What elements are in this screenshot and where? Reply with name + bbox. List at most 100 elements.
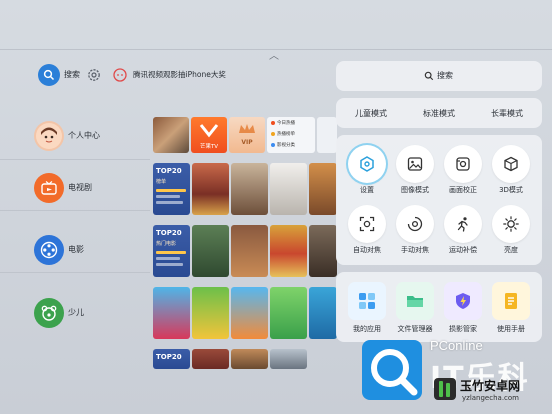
brightness-icon xyxy=(503,216,519,232)
manual-icon xyxy=(505,293,517,309)
mode-elder[interactable]: 长辈模式 xyxy=(472,108,542,119)
kids-poster-tile[interactable] xyxy=(309,287,337,339)
running-icon xyxy=(457,217,468,232)
kids-poster-tile[interactable] xyxy=(153,287,190,339)
dot-icon xyxy=(271,121,275,125)
qs-label: 3D模式 xyxy=(499,186,523,194)
kids-icon xyxy=(34,298,64,328)
hexagon-settings-icon xyxy=(360,156,374,172)
film-reel-icon xyxy=(34,235,64,265)
search-icon xyxy=(43,69,55,81)
sidebar-item-profile[interactable]: 个人中心 xyxy=(34,121,144,151)
badge-subtitle: 热门电影 xyxy=(156,241,177,247)
poster-tile[interactable] xyxy=(231,225,268,277)
app-label: 使用手册 xyxy=(497,325,525,333)
brightness-button[interactable] xyxy=(492,205,530,243)
shield-icon xyxy=(456,293,470,309)
motion-comp-button[interactable] xyxy=(444,205,482,243)
image-icon xyxy=(407,157,423,171)
content-tile[interactable] xyxy=(153,117,189,153)
kids-poster-tile[interactable] xyxy=(231,287,268,339)
my-apps-button[interactable] xyxy=(348,282,386,320)
screen-correct-icon xyxy=(456,157,470,171)
brand-label: 芒果TV xyxy=(199,144,219,150)
chevron-up-icon[interactable]: ︿ xyxy=(258,50,290,64)
sidebar-item-tv[interactable]: 电视剧 xyxy=(34,173,144,203)
user-manual-button[interactable] xyxy=(492,282,530,320)
quick-links-tile[interactable]: 今日热播 热播榜单 影视分类 xyxy=(267,117,315,153)
search-label[interactable]: 搜索 xyxy=(64,69,80,81)
link-today[interactable]: 今日热播 xyxy=(277,120,295,126)
image-mode-button[interactable] xyxy=(396,145,434,183)
poster-tile[interactable] xyxy=(309,163,337,215)
sidebar-item-label: 电影 xyxy=(68,245,84,254)
gear-icon[interactable] xyxy=(86,67,102,83)
sidebar-item-label: 个人中心 xyxy=(68,131,100,140)
poster-tile[interactable] xyxy=(192,349,229,369)
poster-tile[interactable] xyxy=(270,349,307,369)
sidebar-item-label: 电视剧 xyxy=(68,183,92,192)
qs-label: 亮度 xyxy=(504,246,518,254)
kids-poster-tile[interactable] xyxy=(270,287,307,339)
kids-poster-tile[interactable] xyxy=(192,287,229,339)
link-chart[interactable]: 热播榜单 xyxy=(277,131,295,137)
top20-badge-tile[interactable]: TOP20 xyxy=(153,349,190,369)
poster-tile[interactable] xyxy=(309,225,337,277)
quick-settings-panel: 设置 图像模式 画面校正 3D模式 自动对焦 手动对焦 运动补偿 亮度 xyxy=(336,135,542,265)
manual-focus-button[interactable] xyxy=(396,205,434,243)
settings-button[interactable] xyxy=(348,145,386,183)
vip-label: VIP xyxy=(241,139,253,146)
poster-tile[interactable] xyxy=(231,349,268,369)
manual-focus-icon xyxy=(407,216,423,232)
panel-search-bar[interactable]: 搜索 xyxy=(336,61,542,91)
link-category[interactable]: 影视分类 xyxy=(277,142,295,148)
sidebar-item-kids[interactable]: 少儿 xyxy=(34,298,144,328)
sidebar-item-movie[interactable]: 电影 xyxy=(34,235,144,265)
search-button[interactable] xyxy=(38,64,60,86)
bamboo-logo-icon xyxy=(434,378,456,400)
mango-tv-tile[interactable]: 芒果TV xyxy=(191,117,227,153)
badge-subtitle: 榜单 xyxy=(156,179,167,185)
watermark-brand: PConline xyxy=(430,338,483,353)
dot-icon xyxy=(271,132,275,136)
poster-tile[interactable] xyxy=(231,163,268,215)
projector-manager-button[interactable] xyxy=(444,282,482,320)
sidebar-divider xyxy=(0,210,150,211)
content-tile[interactable] xyxy=(317,117,337,153)
promo-icon[interactable] xyxy=(112,67,128,83)
screen-correct-button[interactable] xyxy=(444,145,482,183)
apps-grid-icon xyxy=(359,293,375,309)
watermark-logo xyxy=(362,340,422,400)
promo-text[interactable]: 腾讯视频观影抽iPhone大奖 xyxy=(133,69,226,81)
mode-selector: 儿童模式 标准模式 长辈模式 xyxy=(336,98,542,128)
watermark-site-cn: 玉竹安卓网 xyxy=(460,379,521,393)
mode-kids[interactable]: 儿童模式 xyxy=(336,108,406,119)
3d-mode-button[interactable] xyxy=(492,145,530,183)
apps-panel: 我的应用 文件管理器 损影管家 使用手册 xyxy=(336,272,542,342)
launcher-screen: ︿ 搜索 腾讯视频观影抽iPhone大奖 个人中心 电视剧 电影 少儿 芒果TV… xyxy=(0,0,552,414)
avatar-icon xyxy=(34,121,64,151)
poster-tile[interactable] xyxy=(192,163,229,215)
vip-tile[interactable]: VIP xyxy=(229,117,265,153)
panel-search-label: 搜索 xyxy=(437,71,453,80)
badge-title: TOP20 xyxy=(156,353,182,361)
badge-title: TOP20 xyxy=(156,167,182,175)
file-manager-button[interactable] xyxy=(396,282,434,320)
tv-icon xyxy=(34,173,64,203)
sidebar-divider xyxy=(0,159,150,160)
poster-tile[interactable] xyxy=(270,225,307,277)
search-icon xyxy=(424,71,434,81)
top20-badge-tile[interactable]: TOP20 热门电影 xyxy=(153,225,190,277)
cube-icon xyxy=(504,156,518,172)
poster-tile[interactable] xyxy=(270,163,307,215)
top20-badge-tile[interactable]: TOP20 榜单 xyxy=(153,163,190,215)
auto-focus-button[interactable] xyxy=(348,205,386,243)
auto-focus-icon xyxy=(359,216,375,232)
dot-icon xyxy=(271,143,275,147)
crown-icon xyxy=(239,124,255,133)
mode-standard[interactable]: 标准模式 xyxy=(404,108,474,119)
badge-title: TOP20 xyxy=(156,229,182,237)
poster-tile[interactable] xyxy=(192,225,229,277)
folder-icon xyxy=(407,296,423,307)
sidebar-item-label: 少儿 xyxy=(68,308,84,317)
